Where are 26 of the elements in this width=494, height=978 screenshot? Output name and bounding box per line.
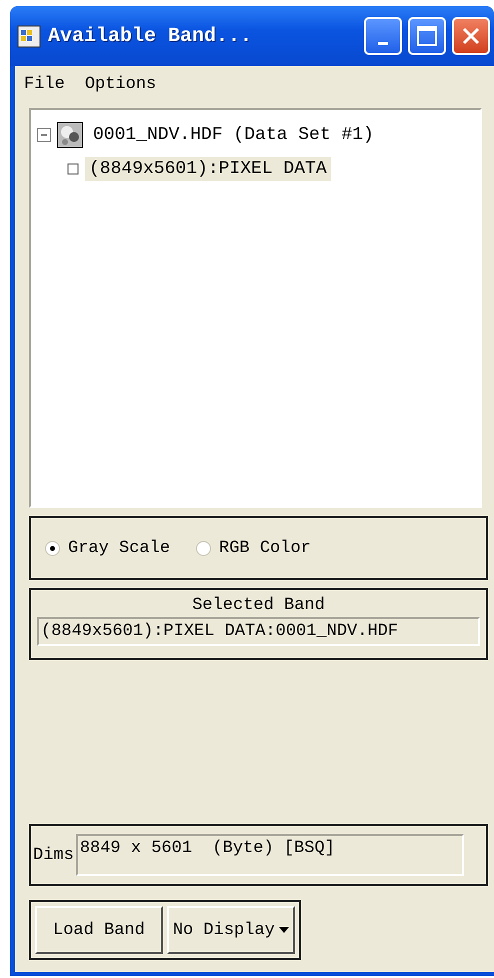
- leaf-icon: [67, 163, 79, 175]
- radio-option[interactable]: Gray Scale: [45, 538, 170, 558]
- display-dropdown[interactable]: No Display: [166, 906, 295, 954]
- tree-item[interactable]: 0001_NDV.HDF (Data Set #1): [89, 123, 378, 147]
- maximize-icon: [416, 25, 438, 47]
- minimize-button[interactable]: [364, 17, 402, 55]
- maximize-button[interactable]: [408, 17, 446, 55]
- minimize-icon: [378, 42, 388, 44]
- dims-label: Dims: [33, 846, 74, 864]
- window-title: Available Band...: [48, 24, 254, 48]
- tree-item[interactable]: (8849x5601):PIXEL DATA: [85, 157, 331, 181]
- radio-icon[interactable]: [45, 540, 60, 556]
- caret-icon: [278, 926, 289, 934]
- radio-icon[interactable]: [196, 540, 212, 556]
- app-icon: [16, 23, 42, 49]
- band-field[interactable]: (8849x5601):PIXEL DATA:0001_NDV.HDF: [37, 617, 480, 646]
- load-band-button[interactable]: Load Band: [35, 906, 163, 954]
- dims-field[interactable]: 8849 x 5601 (Byte) [BSQ]: [76, 834, 464, 876]
- collapse-toggle[interactable]: [37, 128, 51, 142]
- close-button[interactable]: [452, 17, 490, 55]
- radio-option[interactable]: RGB Color: [196, 538, 311, 558]
- image-icon: [57, 122, 83, 148]
- group-title: Selected Band: [191, 596, 326, 615]
- close-icon: [461, 26, 481, 46]
- menu-item[interactable]: File: [24, 74, 65, 94]
- menu-item[interactable]: Options: [84, 74, 156, 94]
